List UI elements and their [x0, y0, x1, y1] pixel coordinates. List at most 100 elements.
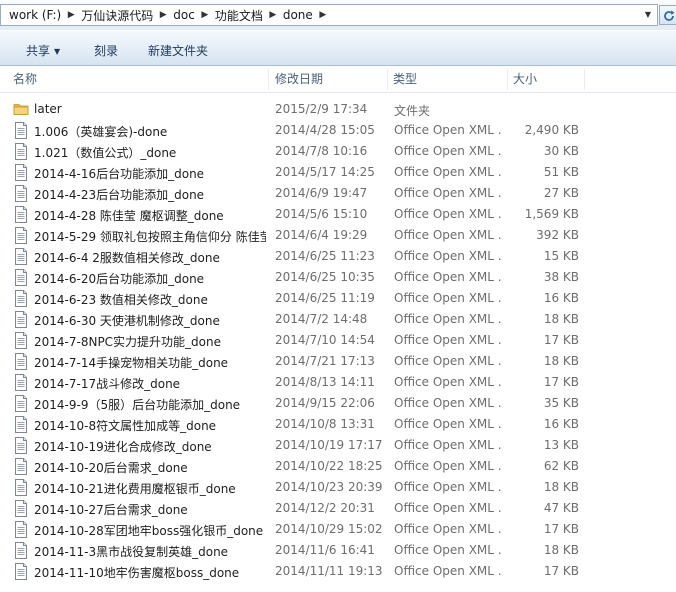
file-row[interactable]: 2014-5-29 领取礼包按照主角信仰分 陈佳莹_done 2014/6/4 1… — [0, 225, 676, 246]
file-name: 2014-10-28军团地牢boss强化银币_done — [34, 524, 264, 538]
file-type: Office Open XML ... — [394, 522, 502, 536]
file-row[interactable]: 2014-6-30 天使港机制修改_done 2014/7/2 14:48 Offi… — [0, 309, 676, 330]
new-folder-button[interactable]: 新建文件夹 — [148, 42, 208, 59]
file-type: Office Open XML ... — [394, 165, 502, 179]
column-divider[interactable] — [268, 69, 269, 90]
file-row[interactable]: 2014-9-9（5服）后台功能添加_done 2014/9/15 22:06 Of… — [0, 393, 676, 414]
file-type: Office Open XML ... — [394, 270, 502, 284]
file-name: 2014-5-29 领取礼包按照主角信仰分 陈佳莹_done — [34, 230, 266, 244]
file-size: 16 KB — [543, 291, 579, 305]
column-header-name[interactable]: 名称 — [13, 66, 37, 92]
file-row[interactable]: 2014-10-28军团地牢boss强化银币_done 2014/10/29 15… — [0, 519, 676, 540]
file-name: 2014-11-10地牢伤害魔枢boss_done — [34, 566, 240, 580]
breadcrumb-item[interactable]: 万仙诀源代码 — [81, 7, 153, 24]
file-name: 2014-10-8符文属性加成等_done — [34, 419, 217, 433]
file-row[interactable]: 2014-6-23 数值相关修改_done 2014/6/25 11:19 Offi… — [0, 288, 676, 309]
file-size: 30 KB — [543, 144, 579, 158]
breadcrumb-item[interactable]: doc — [173, 8, 195, 22]
file-name: 2014-6-30 天使港机制修改_done — [34, 314, 220, 328]
file-row[interactable]: 2014-10-19进化合成修改_done 2014/10/19 17:17 Off… — [0, 435, 676, 456]
file-type: Office Open XML ... — [394, 543, 502, 557]
file-row[interactable]: later 2015/2/9 17:34 文件夹 — [0, 99, 676, 120]
file-type: Office Open XML ... — [394, 291, 502, 305]
file-row[interactable]: 1.006（英雄宴会)-done 2014/4/28 15:05 Office Op… — [0, 120, 676, 141]
file-type: Office Open XML ... — [394, 186, 502, 200]
file-row[interactable]: 2014-6-4 2服数值相关修改_done 2014/6/25 11:23 Off… — [0, 246, 676, 267]
file-row[interactable]: 2014-11-10地牢伤害魔枢boss_done 2014/11/11 19:1… — [0, 561, 676, 582]
file-name: 2014-7-8NPC实力提升功能_done — [34, 335, 222, 349]
column-header-size[interactable]: 大小 — [513, 66, 537, 92]
column-header-date[interactable]: 修改日期 — [275, 66, 323, 92]
column-divider[interactable] — [507, 69, 508, 90]
file-size: 51 KB — [543, 165, 579, 179]
file-row[interactable]: 1.021（数值公式）_done 2014/7/8 10:16 Office Ope… — [0, 141, 676, 162]
file-date: 2015/2/9 17:34 — [275, 102, 368, 116]
file-type: Office Open XML ... — [394, 459, 502, 473]
document-icon — [13, 437, 29, 454]
file-type: Office Open XML ... — [394, 144, 502, 158]
file-name: 2014-10-19进化合成修改_done — [34, 440, 212, 454]
breadcrumb-item[interactable]: work (F:) — [9, 8, 61, 22]
file-name: 2014-7-17战斗修改_done — [34, 377, 181, 391]
file-name: 2014-6-23 数值相关修改_done — [34, 293, 208, 307]
file-row[interactable]: 2014-11-3黑市战役复制英雄_done 2014/11/6 16:41 Off… — [0, 540, 676, 561]
document-icon — [13, 500, 29, 517]
chevron-right-icon[interactable]: ▶ — [195, 10, 215, 20]
file-size: 17 KB — [543, 522, 579, 536]
file-row[interactable]: 2014-7-14手操宠物相关功能_done 2014/7/21 17:13 Off… — [0, 351, 676, 372]
share-button[interactable]: 共享 ▼ — [26, 42, 60, 59]
file-row[interactable]: 2014-4-23后台功能添加_done 2014/6/9 19:47 Office… — [0, 183, 676, 204]
column-divider[interactable] — [387, 69, 388, 90]
file-size: 392 KB — [536, 228, 579, 242]
file-type: Office Open XML ... — [394, 375, 502, 389]
file-type: Office Open XML ... — [394, 417, 502, 431]
share-label: 共享 — [26, 44, 51, 58]
file-row[interactable]: 2014-10-20后台需求_done 2014/10/22 18:25 Offic… — [0, 456, 676, 477]
file-row[interactable]: 2014-6-20后台功能添加_done 2014/6/25 10:35 Offic… — [0, 267, 676, 288]
document-icon — [13, 269, 29, 286]
file-date: 2014/7/8 10:16 — [275, 144, 368, 158]
document-icon — [13, 563, 29, 580]
file-type: Office Open XML ... — [394, 396, 502, 410]
file-type: Office Open XML ... — [394, 312, 502, 326]
file-row[interactable]: 2014-4-16后台功能添加_done 2014/5/17 14:25 Offic… — [0, 162, 676, 183]
document-icon — [13, 374, 29, 391]
file-date: 2014/9/15 22:06 — [275, 396, 375, 410]
file-name: 2014-4-16后台功能添加_done — [34, 167, 205, 181]
file-row[interactable]: 2014-4-28 陈佳莹 魔枢调整_done 2014/5/6 15:10 Off… — [0, 204, 676, 225]
file-date: 2014/7/21 17:13 — [275, 354, 375, 368]
breadcrumb-item[interactable]: 功能文档 — [215, 7, 263, 24]
file-name: 2014-11-3黑市战役复制英雄_done — [34, 545, 229, 559]
file-size: 18 KB — [543, 354, 579, 368]
file-row[interactable]: 2014-10-8符文属性加成等_done 2014/10/8 13:31 Offi… — [0, 414, 676, 435]
file-date: 2014/8/13 14:11 — [275, 375, 375, 389]
document-icon — [13, 332, 29, 349]
command-bar: 共享 ▼ 刻录 新建文件夹 — [0, 30, 676, 66]
breadcrumb: work (F:) ▶ 万仙诀源代码 ▶ doc ▶ 功能文档 ▶ done ▶ — [9, 5, 333, 25]
chevron-right-icon[interactable]: ▶ — [61, 10, 81, 20]
file-row[interactable]: 2014-10-21进化费用魔枢银币_done 2014/10/23 20:39 O… — [0, 477, 676, 498]
file-row[interactable]: 2014-7-8NPC实力提升功能_done 2014/7/10 14:54 Off… — [0, 330, 676, 351]
burn-button[interactable]: 刻录 — [94, 42, 118, 59]
file-size: 18 KB — [543, 543, 579, 557]
file-date: 2014/10/19 17:17 — [275, 438, 383, 452]
file-size: 18 KB — [543, 312, 579, 326]
file-type: 文件夹 — [394, 104, 431, 118]
column-header-type[interactable]: 类型 — [393, 66, 417, 92]
file-type: Office Open XML ... — [394, 333, 502, 347]
document-icon — [13, 290, 29, 307]
breadcrumb-item[interactable]: done — [283, 8, 313, 22]
file-size: 15 KB — [543, 249, 579, 263]
chevron-right-icon[interactable]: ▶ — [263, 10, 283, 20]
chevron-right-icon[interactable]: ▶ — [153, 10, 173, 20]
column-divider[interactable] — [584, 69, 585, 90]
file-size: 2,490 KB — [524, 123, 579, 137]
chevron-right-icon[interactable]: ▶ — [313, 10, 333, 20]
file-row[interactable]: 2014-7-17战斗修改_done 2014/8/13 14:11 Office … — [0, 372, 676, 393]
chevron-down-icon[interactable]: ▼ — [641, 8, 655, 22]
address-field[interactable]: work (F:) ▶ 万仙诀源代码 ▶ doc ▶ 功能文档 ▶ done ▶ ▼ — [0, 4, 658, 26]
file-row[interactable]: 2014-10-27后台需求_done 2014/12/2 20:31 Office… — [0, 498, 676, 519]
document-icon — [13, 248, 29, 265]
refresh-button[interactable] — [659, 5, 676, 25]
file-date: 2014/10/8 13:31 — [275, 417, 375, 431]
